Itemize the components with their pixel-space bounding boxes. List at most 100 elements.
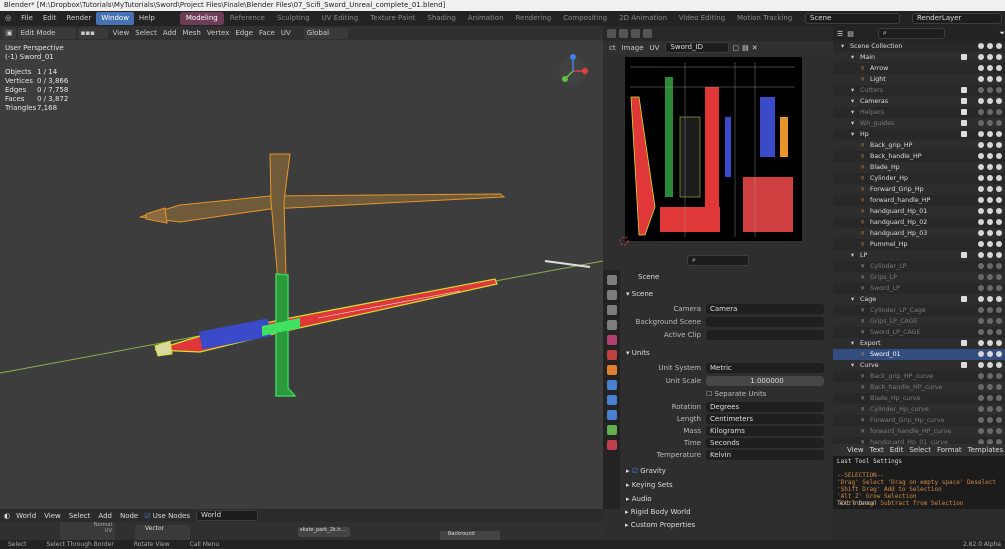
collection-checkbox[interactable] (961, 340, 967, 346)
visibility-toggles[interactable] (978, 252, 1002, 258)
tab-2d-animation[interactable]: 2D Animation (613, 12, 673, 25)
tab-animation[interactable]: Animation (462, 12, 510, 25)
uv-menu-ct[interactable]: ct (606, 44, 619, 52)
filter-icon[interactable]: ⏷ (999, 29, 1005, 38)
environment-image-field[interactable]: skate_park_2k.h... (298, 527, 350, 537)
visibility-toggles[interactable] (978, 263, 1002, 269)
outliner-row[interactable]: ▿ Back_handle_HP_curve (833, 382, 1005, 393)
node-menu-node[interactable]: Node (120, 512, 138, 520)
outliner-row[interactable]: ▿ Blade_Hp (833, 162, 1005, 173)
collection-checkbox[interactable] (961, 109, 967, 115)
visibility-toggles[interactable] (978, 76, 1002, 82)
visibility-toggles[interactable] (978, 373, 1002, 379)
unit-system-dropdown[interactable]: Metric (706, 363, 824, 373)
node-menu-view[interactable]: View (44, 512, 61, 520)
scene-tab-icon[interactable] (606, 335, 617, 345)
visibility-toggles[interactable] (978, 186, 1002, 192)
background-scene-field[interactable] (706, 317, 824, 327)
collection-checkbox[interactable] (961, 252, 967, 258)
active-clip-field[interactable] (706, 330, 824, 340)
outliner-row[interactable]: ▿ Cylinder_Hp_curve (833, 404, 1005, 415)
blender-logo-icon[interactable]: ◎ (0, 12, 16, 25)
visibility-toggles[interactable] (978, 153, 1002, 159)
tab-motion-tracking[interactable]: Motion Tracking (731, 12, 798, 25)
length-dropdown[interactable]: Centimeters (706, 414, 824, 424)
tab-reference[interactable]: Reference (224, 12, 271, 25)
visibility-toggles[interactable] (978, 87, 1002, 93)
outliner-row[interactable]: ▾ Curve (833, 360, 1005, 371)
node-menu-world[interactable]: World (16, 512, 36, 520)
tab-modeling[interactable]: Modeling (179, 12, 224, 25)
outliner-row[interactable]: ▿ handguard_Hp_01 (833, 206, 1005, 217)
separate-units-checkbox[interactable]: ☐ Separate Units (706, 390, 766, 398)
visibility-toggles[interactable] (978, 329, 1002, 335)
collection-checkbox[interactable] (961, 362, 967, 368)
tool-tab-icon[interactable] (606, 275, 617, 285)
editor-type-icon[interactable]: ◐ (4, 512, 10, 520)
menu-help[interactable]: Help (134, 12, 160, 25)
outliner-row[interactable]: ▾ Cage (833, 294, 1005, 305)
unlink-image-icon[interactable]: ✕ (752, 44, 758, 52)
visibility-toggles[interactable] (978, 307, 1002, 313)
unit-scale-field[interactable]: 1.000000 (706, 376, 824, 386)
tab-sculpting[interactable]: Sculpting (271, 12, 316, 25)
visibility-toggles[interactable] (978, 43, 1002, 49)
uv-menu-image[interactable]: Image (619, 44, 647, 52)
uv-search-field[interactable]: ⌕ (687, 255, 749, 266)
text-menu-select[interactable]: Select (909, 446, 931, 454)
modifier-tab-icon[interactable] (606, 380, 617, 390)
output-tab-icon[interactable] (606, 305, 617, 315)
outliner-row[interactable]: ▾ Cameras (833, 96, 1005, 107)
outliner-row[interactable]: ▿ Sword_01 (833, 349, 1005, 360)
section-keying-sets[interactable]: ▸ Keying Sets (626, 481, 673, 489)
outliner-row[interactable]: ▿ handguard_Hp_03 (833, 228, 1005, 239)
outliner-search[interactable]: ⌕ (877, 28, 946, 39)
outliner-row[interactable]: ▾ Export (833, 338, 1005, 349)
outliner-row[interactable]: ▿ forward_handle_HP_curve (833, 426, 1005, 437)
tab-video-editing[interactable]: Video Editing (673, 12, 731, 25)
texcoord-node[interactable]: Normal UV (60, 522, 115, 540)
text-menu-view[interactable]: View (847, 446, 864, 454)
visibility-toggles[interactable] (978, 208, 1002, 214)
outliner-row[interactable]: ▿ Grips_LP_CAGE (833, 316, 1005, 327)
tab-uv-editing[interactable]: UV Editing (316, 12, 365, 25)
visibility-toggles[interactable] (978, 54, 1002, 60)
menu-edit[interactable]: Edit (38, 12, 62, 25)
outliner-row[interactable]: ▾ Cutters (833, 85, 1005, 96)
outliner-row[interactable]: ▿ Back_grip_HP (833, 140, 1005, 151)
visibility-toggles[interactable] (978, 142, 1002, 148)
outliner-row[interactable]: ▿ Cylinder_LP (833, 261, 1005, 272)
physics-tab-icon[interactable] (606, 410, 617, 420)
outliner-row[interactable]: ▿ Grips_LP (833, 272, 1005, 283)
visibility-toggles[interactable] (978, 120, 1002, 126)
time-dropdown[interactable]: Seconds (706, 438, 824, 448)
outliner-row[interactable]: ▿ Forward_Grip_Hp_curve (833, 415, 1005, 426)
image-name-field[interactable]: Sword_ID (665, 42, 730, 53)
text-menu-text[interactable]: Text (870, 446, 884, 454)
outliner-row[interactable]: ▾ Main (833, 52, 1005, 63)
visibility-toggles[interactable] (978, 362, 1002, 368)
outliner-editor-icon[interactable]: ☰ (837, 30, 843, 38)
shader-editor[interactable]: ◐ World View Select Add Node ☑ Use Nodes Wor… (0, 509, 603, 540)
scene-selector[interactable]: Scene (805, 13, 900, 24)
visibility-toggles[interactable] (978, 197, 1002, 203)
temperature-dropdown[interactable]: Kelvin (706, 450, 824, 460)
text-menu-templates[interactable]: Templates (968, 446, 1004, 454)
use-nodes-checkbox[interactable]: ☑ Use Nodes (144, 512, 190, 520)
outliner-row[interactable]: ▿ Sword_LP (833, 283, 1005, 294)
outliner-row[interactable]: ▿ Cylinder_Hp (833, 173, 1005, 184)
visibility-toggles[interactable] (978, 241, 1002, 247)
section-custom-properties[interactable]: ▸ Custom Properties (625, 521, 695, 529)
outliner-row[interactable]: ▿ forward_handle_HP (833, 195, 1005, 206)
text-menu-format[interactable]: Format (937, 446, 962, 454)
collection-checkbox[interactable] (961, 296, 967, 302)
material-tab-icon[interactable] (606, 440, 617, 450)
outliner-row[interactable]: ▿ handguard_Hp_01_curve (833, 437, 1005, 444)
node-menu-select[interactable]: Select (69, 512, 91, 520)
visibility-toggles[interactable] (978, 230, 1002, 236)
text-editor[interactable]: View Text Edit Select Format Templates Last T… (833, 444, 1005, 509)
visibility-toggles[interactable] (978, 109, 1002, 115)
tab-texture-paint[interactable]: Texture Paint (364, 12, 421, 25)
visibility-toggles[interactable] (978, 98, 1002, 104)
data-tab-icon[interactable] (606, 425, 617, 435)
